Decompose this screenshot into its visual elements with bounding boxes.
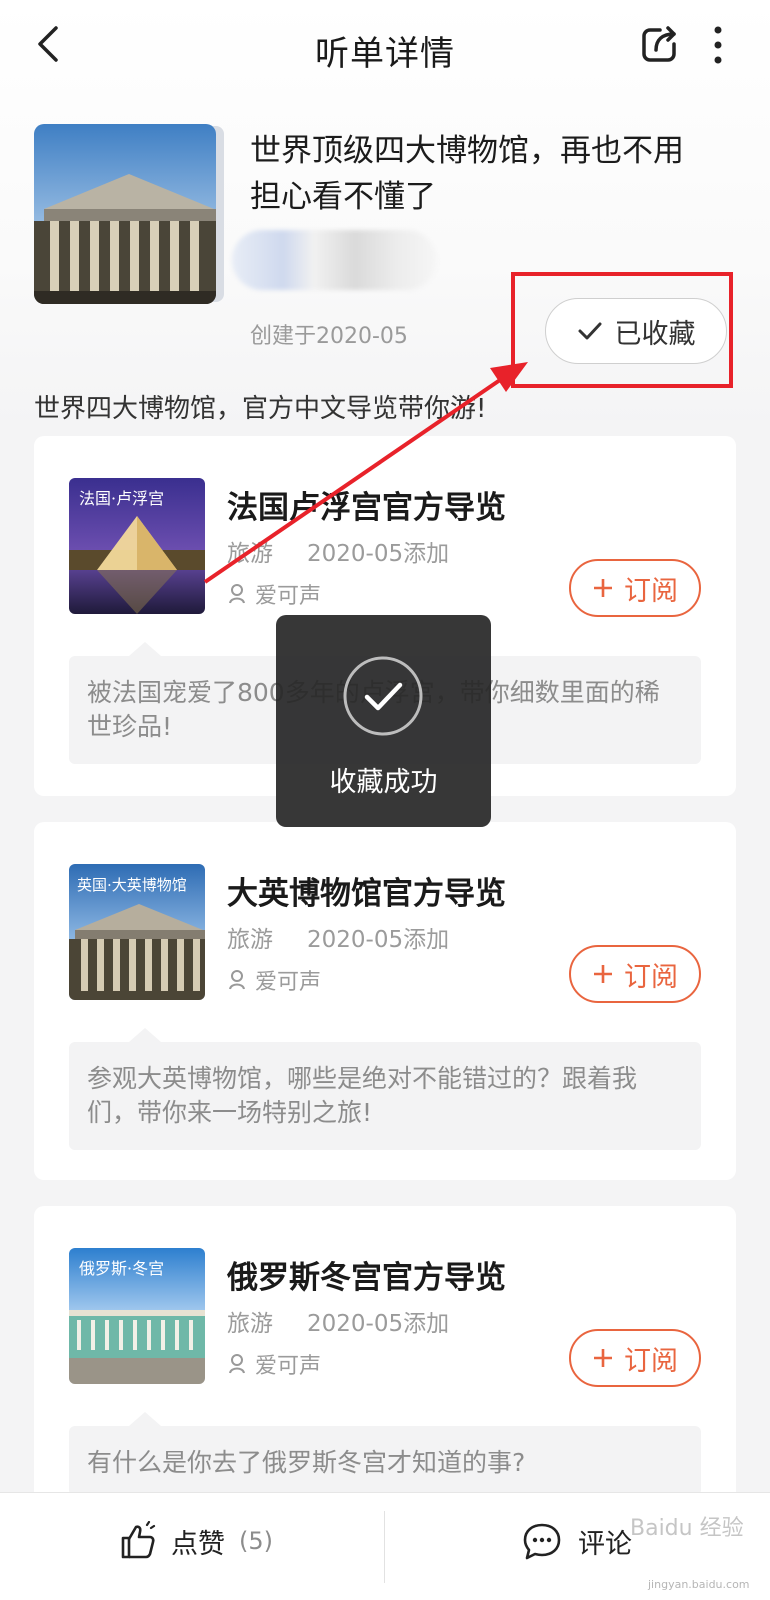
item-thumbnail: 法国·卢浮宫 — [69, 478, 205, 614]
thumb-caption: 法国·卢浮宫 — [79, 489, 164, 508]
item-category: 旅游 — [227, 927, 273, 953]
item-author: 爱可声 — [227, 964, 321, 996]
user-icon — [229, 970, 245, 990]
plus-icon — [594, 965, 612, 983]
watermark: Baidu 经验 — [630, 1516, 744, 1541]
top-nav-bar: 听单详情 — [0, 0, 770, 95]
thumb-caption: 俄罗斯·冬宫 — [79, 1259, 164, 1278]
user-icon — [229, 1354, 245, 1374]
author-name: 爱可声 — [255, 1354, 322, 1379]
item-description: 参观大英博物馆，哪些是绝对不能错过的？跟着我们，带你来一场特别之旅! — [69, 1028, 701, 1150]
thumbs-up-icon — [121, 1521, 156, 1559]
item-thumbnail: 英国·大英博物馆 — [69, 864, 205, 1000]
item-author: 爱可声 — [227, 1348, 321, 1380]
item-added-date: 2020-05添加 — [307, 927, 450, 953]
item-category: 旅游 — [227, 541, 273, 567]
item-meta: 旅游 2020-05添加 — [227, 534, 449, 568]
like-label: 点赞 — [171, 1528, 225, 1560]
item-meta: 旅游 2020-05添加 — [227, 920, 449, 954]
comment-bubble-icon — [523, 1523, 561, 1560]
item-meta: 旅游 2020-05添加 — [227, 1304, 449, 1338]
plus-icon — [594, 1349, 612, 1367]
blurred-author-info — [232, 230, 437, 290]
subscribe-button[interactable]: 订阅 — [569, 945, 701, 1003]
item-thumbnail: 俄罗斯·冬宫 — [69, 1248, 205, 1384]
subscribe-label: 订阅 — [624, 961, 678, 993]
playlist-title: 世界顶级四大博物馆，再也不用担心看不懂了 — [250, 133, 684, 215]
list-item[interactable]: 英国·大英博物馆 大英博物馆官方导览 旅游 2020-05添加 爱可声 订阅 参… — [34, 822, 736, 1180]
thumb-caption: 英国·大英博物馆 — [77, 876, 187, 894]
list-item[interactable]: 俄罗斯·冬宫 俄罗斯冬宫官方导览 旅游 2020-05添加 爱可声 订阅 有什么… — [34, 1206, 736, 1506]
checkmark-circle-icon — [343, 656, 423, 736]
comment-button[interactable]: 评论 — [522, 1521, 632, 1561]
item-added-date: 2020-05添加 — [307, 541, 450, 567]
author-name: 爱可声 — [255, 584, 322, 609]
subscribe-label: 订阅 — [624, 1345, 678, 1377]
watermark-url: jingyan.baidu.com — [648, 1578, 750, 1591]
subscribe-label: 订阅 — [624, 575, 678, 607]
user-icon — [229, 584, 245, 604]
share-icon[interactable] — [636, 22, 682, 68]
item-title: 大英博物馆官方导览 — [227, 876, 506, 912]
toast-message: 收藏成功 — [329, 767, 438, 798]
bar-divider — [384, 1511, 385, 1583]
plus-icon — [594, 579, 612, 597]
like-count: (5) — [239, 1527, 273, 1555]
success-toast: 收藏成功 — [276, 615, 491, 827]
playlist-description: 世界四大博物馆，官方中文导览带你游! — [34, 394, 487, 424]
like-button[interactable]: 点赞 (5) — [117, 1521, 273, 1561]
item-added-date: 2020-05添加 — [307, 1311, 450, 1337]
item-title: 俄罗斯冬宫官方导览 — [227, 1260, 506, 1296]
more-vertical-icon[interactable] — [708, 22, 728, 68]
annotation-highlight-box — [511, 272, 733, 388]
item-category: 旅游 — [227, 1311, 273, 1337]
playlist-cover-image — [34, 124, 216, 304]
subscribe-button[interactable]: 订阅 — [569, 559, 701, 617]
item-author: 爱可声 — [227, 578, 321, 610]
created-date: 创建于2020-05 — [250, 324, 408, 349]
item-title: 法国卢浮宫官方导览 — [227, 490, 506, 526]
item-description: 有什么是你去了俄罗斯冬宫才知道的事? — [69, 1412, 701, 1496]
author-name: 爱可声 — [255, 970, 322, 995]
comment-label: 评论 — [578, 1528, 632, 1560]
subscribe-button[interactable]: 订阅 — [569, 1329, 701, 1387]
